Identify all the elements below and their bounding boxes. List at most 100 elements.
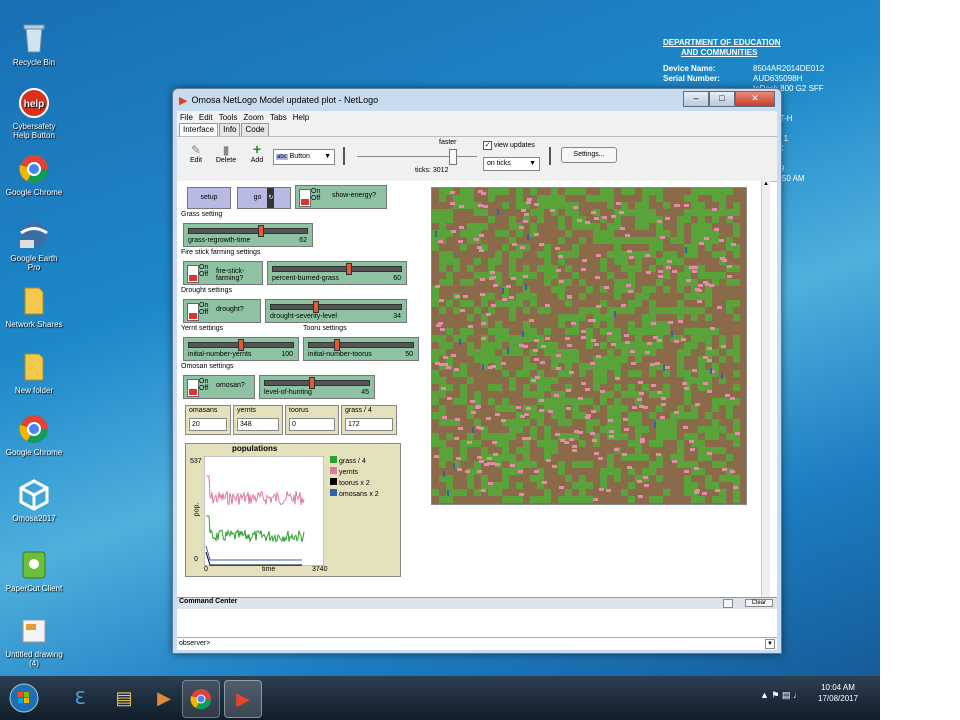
world-view[interactable] (431, 187, 747, 505)
setup-button[interactable]: setup (187, 187, 231, 209)
desktop-icon-new-folder[interactable]: New folder (4, 350, 64, 395)
grass-patch (579, 496, 586, 503)
grass-patch (453, 265, 460, 272)
grass-patch (684, 398, 691, 405)
grass-patch (495, 405, 502, 412)
grass-patch (586, 496, 593, 503)
speed-slider-track[interactable] (357, 156, 477, 157)
menu-tabs[interactable]: Tabs (270, 113, 287, 122)
monitor-value: 172 (345, 418, 393, 431)
view-updates-checkbox[interactable]: ✓ view updates (483, 141, 535, 150)
chevron-down-icon[interactable]: ▼ (765, 639, 775, 649)
grass-patch (593, 370, 600, 377)
start-button[interactable] (6, 680, 42, 716)
command-input-row[interactable]: observer> ▼ (177, 638, 777, 649)
desktop-icon-untitled-drawing[interactable]: Untitled drawing (4) (4, 614, 64, 668)
settings-button[interactable]: Settings... (561, 147, 617, 163)
show-energy-switch[interactable]: On Off show-energy? (295, 185, 387, 209)
menu-help[interactable]: Help (293, 113, 309, 122)
desktop-icon-omosa[interactable]: Omosa2017 (4, 478, 64, 523)
grass-patch (635, 342, 642, 349)
yernt-agent (492, 441, 497, 444)
initial-toorus-slider[interactable]: initial-number-toorus 50 (303, 337, 419, 361)
grass-patch (509, 237, 516, 244)
update-mode-select[interactable]: on ticks ▼ (483, 157, 540, 171)
widget-type-select[interactable]: abc Button ▼ (273, 149, 335, 165)
slider-knob[interactable] (313, 301, 320, 313)
grass-patch (663, 272, 670, 279)
tray-icons[interactable]: ▲ ⚑ ▤ ♩ (760, 690, 802, 701)
clock[interactable]: 10:04 AM 17/08/2017 (818, 682, 858, 704)
slider-knob[interactable] (238, 339, 244, 351)
desktop-icon-chrome[interactable]: Google Chrome (4, 152, 64, 197)
omosan-switch[interactable]: On Off omosan? (183, 375, 255, 399)
taskbar-netlogo-icon[interactable]: ▶ (224, 680, 262, 718)
internet-explorer-icon[interactable]: ℇ (62, 680, 98, 716)
close-button[interactable]: ✕ (735, 91, 775, 107)
grass-patch (572, 482, 579, 489)
tab-interface[interactable]: Interface (179, 123, 219, 136)
ticks-counter: ticks: 3012 (415, 167, 449, 174)
interface-scrollbar[interactable]: ▲ (761, 181, 770, 597)
slider-knob[interactable] (346, 263, 353, 275)
tab-info[interactable]: Info (219, 123, 241, 136)
grass-patch (684, 412, 691, 419)
grass-patch (439, 440, 446, 447)
grass-patch (565, 489, 572, 496)
minimize-button[interactable]: – (683, 91, 709, 107)
grass-patch (705, 244, 712, 251)
grass-patch (649, 496, 656, 503)
hunting-level-slider[interactable]: level-of-hunting 45 (259, 375, 375, 399)
grass-patch (691, 223, 698, 230)
go-button[interactable]: go ↻ (237, 187, 291, 209)
yernt-agent (455, 418, 460, 421)
grass-patch (607, 391, 614, 398)
menu-tools[interactable]: Tools (219, 113, 238, 122)
desktop-icon-papercut[interactable]: PaperCut Client (4, 548, 64, 593)
drought-switch[interactable]: On Off drought? (183, 299, 261, 323)
grass-patch (432, 398, 439, 405)
yernt-agent (519, 226, 524, 229)
yernt-agent (558, 255, 563, 258)
clear-button[interactable]: Clear (744, 599, 773, 607)
edit-button[interactable]: ✎ Edit (183, 143, 209, 164)
desktop-icon-cybersafety[interactable]: help Cybersafety Help Button (4, 86, 64, 140)
yernt-agent (480, 278, 485, 281)
desktop-icon-label: Google Chrome (5, 448, 63, 457)
menu-zoom[interactable]: Zoom (243, 113, 263, 122)
grass-patch (565, 356, 572, 363)
grass-regrowth-slider[interactable]: grass-regrowth-time 62 (183, 223, 313, 247)
command-center: Command Center Clear observer> ▼ (177, 597, 777, 650)
slider-knob[interactable] (258, 225, 265, 237)
maximize-button[interactable]: □ (709, 91, 735, 107)
desktop-icon-chrome-2[interactable]: Google Chrome (4, 412, 64, 457)
menu-file[interactable]: File (180, 113, 193, 122)
add-button[interactable]: + Add (245, 141, 269, 164)
grass-patch (698, 188, 705, 195)
yernt-agent (540, 361, 545, 364)
slider-knob[interactable] (309, 377, 316, 389)
grass-patch (600, 237, 607, 244)
grass-patch (530, 272, 537, 279)
desktop-icon-google-earth[interactable]: Google Earth Pro (4, 218, 64, 272)
drought-severity-slider[interactable]: drought-severity-level 34 (265, 299, 407, 323)
initial-yernts-slider[interactable]: initial-number-yernts 100 (183, 337, 299, 361)
media-player-icon[interactable]: ▶ (146, 680, 182, 716)
grass-patch (586, 398, 593, 405)
delete-button[interactable]: ▮ Delete (211, 143, 241, 164)
percent-burned-slider[interactable]: percent-burned-grass 60 (267, 261, 407, 285)
slider-knob[interactable] (333, 339, 340, 351)
grass-patch (558, 293, 565, 300)
grass-patch (565, 251, 572, 258)
file-explorer-icon[interactable]: ▤ (106, 680, 142, 716)
tab-code[interactable]: Code (241, 123, 269, 136)
grass-patch (698, 335, 705, 342)
taskbar-chrome-icon[interactable] (182, 680, 220, 718)
desktop-icon-recycle-bin[interactable]: Recycle Bin (4, 22, 64, 67)
speed-slider-knob[interactable] (449, 149, 457, 165)
expand-icon[interactable] (723, 599, 733, 608)
menu-edit[interactable]: Edit (199, 113, 213, 122)
fire-stick-switch[interactable]: On Off fire-stick-farming? (183, 261, 263, 285)
desktop-icon-network-shares[interactable]: Network Shares (4, 284, 64, 329)
grass-patch (712, 447, 719, 454)
